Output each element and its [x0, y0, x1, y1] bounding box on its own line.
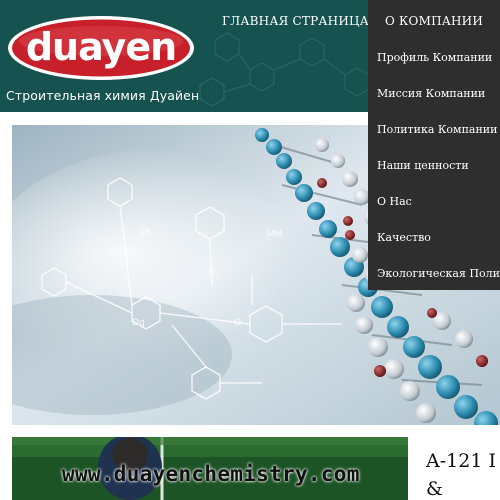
menu-item-environmental-policy[interactable]: Экологическая Политика: [368, 258, 500, 290]
svg-text:Dq: Dq: [132, 318, 145, 328]
nav-about-company-link[interactable]: О КОМПАНИИ: [368, 0, 500, 42]
logo-wordmark: duayen: [26, 25, 176, 69]
svg-text:O: O: [234, 318, 241, 328]
svg-text:MM: MM: [267, 230, 283, 240]
svg-text:H: H: [208, 268, 215, 278]
menu-item-quality[interactable]: Качество: [368, 222, 500, 258]
menu-item-about-us[interactable]: О Нас: [368, 186, 500, 222]
website-watermark: www.duayenchemistry.com: [62, 462, 360, 486]
menu-item-company-policy[interactable]: Политика Компании: [368, 114, 500, 150]
menu-item-company-profile[interactable]: Профиль Компании: [368, 42, 500, 78]
product-heading[interactable]: A-121 I: [426, 452, 496, 471]
about-dropdown-menu: Профиль Компании Миссия Компании Политик…: [368, 42, 500, 290]
svg-text:Gб: Gб: [138, 228, 151, 238]
product-heading-continued: &: [426, 478, 443, 500]
duayen-logo[interactable]: duayen: [6, 14, 196, 82]
nav-home-link[interactable]: ГЛАВНАЯ СТРАНИЦА: [222, 14, 369, 28]
menu-item-our-values[interactable]: Наши ценности: [368, 150, 500, 186]
brand-tagline: Строительная химия Дуайен: [6, 88, 200, 103]
menu-item-company-mission[interactable]: Миссия Компании: [368, 78, 500, 114]
